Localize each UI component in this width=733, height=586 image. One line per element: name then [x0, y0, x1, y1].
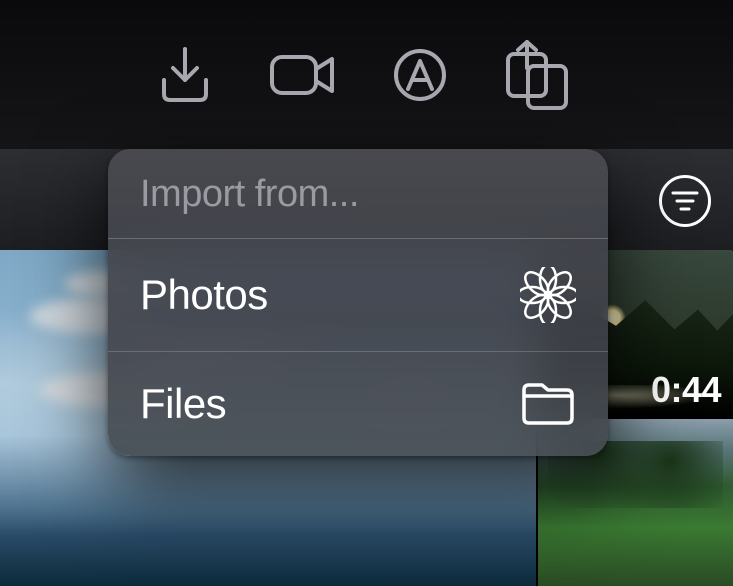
filter-button[interactable] [659, 175, 711, 227]
popover-item-files[interactable]: Files [108, 352, 608, 456]
import-button[interactable] [158, 46, 212, 104]
toolbar [0, 0, 733, 149]
folder-icon [520, 381, 576, 427]
share-icon [504, 38, 570, 112]
popover-title: Import from... [108, 149, 608, 238]
video-duration: 0:44 [651, 369, 721, 411]
import-popover: Import from... Photos [108, 149, 608, 456]
camera-icon [268, 51, 336, 99]
share-button[interactable] [504, 38, 570, 112]
markup-icon [392, 47, 448, 103]
import-icon [158, 46, 212, 104]
camera-button[interactable] [268, 51, 336, 99]
popover-item-label: Files [140, 380, 226, 428]
markup-button[interactable] [392, 47, 448, 103]
popover-item-label: Photos [140, 271, 268, 319]
filter-icon [671, 190, 699, 212]
popover-item-photos[interactable]: Photos [108, 239, 608, 351]
photos-icon [520, 267, 576, 323]
